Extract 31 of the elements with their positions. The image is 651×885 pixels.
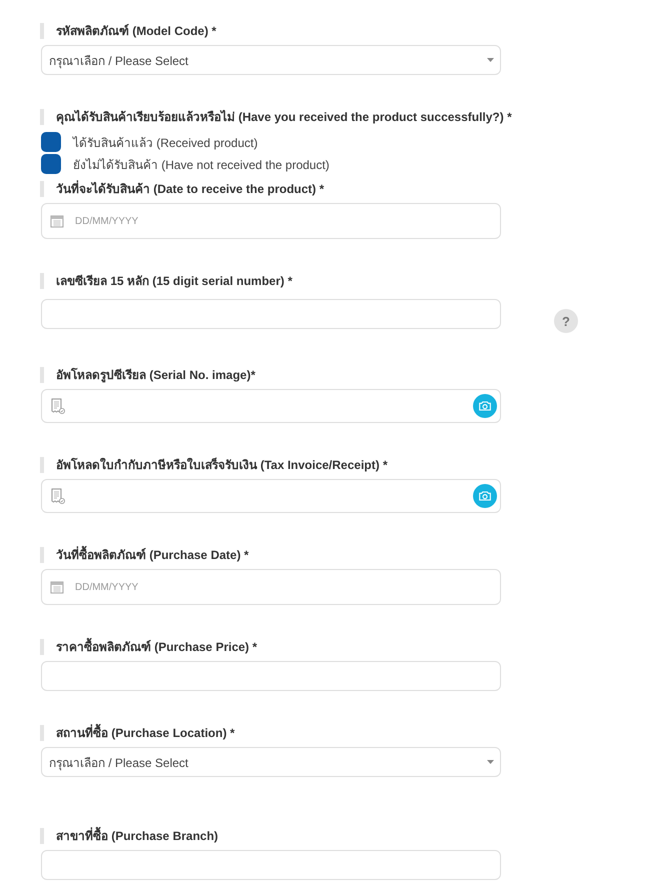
- radio-button[interactable]: [41, 132, 61, 152]
- field-label: สถานที่ซื้อ (Purchase Location) *: [40, 725, 235, 741]
- field-label: วันที่จะได้รับสินค้า (Date to receive the product) *: [40, 181, 324, 197]
- upload-field[interactable]: [41, 479, 501, 513]
- input-field[interactable]: [41, 850, 501, 880]
- option-label: ยังไม่ได้รับสินค้า (Have not received the product): [73, 156, 330, 174]
- field-label: เลขซีเรียล 15 หลัก (15 digit serial number) *: [40, 273, 292, 289]
- camera-button[interactable]: [473, 484, 497, 508]
- field-label: วันที่ซื้อพลิตภัณฑ์ (Purchase Date) *: [40, 547, 249, 563]
- field-label: รหัสพลิตภัณฑ์ (Model Code) *: [40, 23, 216, 39]
- caret-icon: [487, 58, 494, 62]
- field-label: ราคาซื้อพลิตภัณฑ์ (Purchase Price) *: [40, 639, 258, 655]
- date-field[interactable]: DD/MM/YYYY: [41, 203, 501, 239]
- field-label: สาขาที่ซื้อ (Purchase Branch): [40, 828, 218, 844]
- option-label: ได้รับสินค้าแล้ว (Received product): [73, 134, 258, 152]
- date-field[interactable]: DD/MM/YYYY: [41, 569, 501, 605]
- receipt-icon: [50, 398, 65, 414]
- calendar-icon: [50, 580, 64, 594]
- select-field[interactable]: กรุณาเลือก / Please Select: [41, 45, 501, 75]
- camera-button[interactable]: [473, 394, 497, 418]
- receipt-icon: [50, 488, 65, 504]
- caret-icon: [487, 760, 494, 764]
- upload-field[interactable]: [41, 389, 501, 423]
- select-field[interactable]: กรุณาเลือก / Please Select: [41, 747, 501, 777]
- input-field[interactable]: [41, 299, 501, 329]
- field-label: อัพโหลดรูปซีเรียล (Serial No. image)*: [40, 367, 256, 383]
- radio-button[interactable]: [41, 154, 61, 174]
- field-label: คุณได้รับสินค้าเรียบร้อยแล้วหรือไม่ (Have you received the product successfully?) *: [40, 109, 512, 125]
- field-label: อัพโหลดใบกำกับภาษีหรือใบเสร็จรับเงิน (Tax Invoice/Receipt) *: [40, 457, 388, 473]
- calendar-icon: [50, 214, 64, 228]
- input-field[interactable]: [41, 661, 501, 691]
